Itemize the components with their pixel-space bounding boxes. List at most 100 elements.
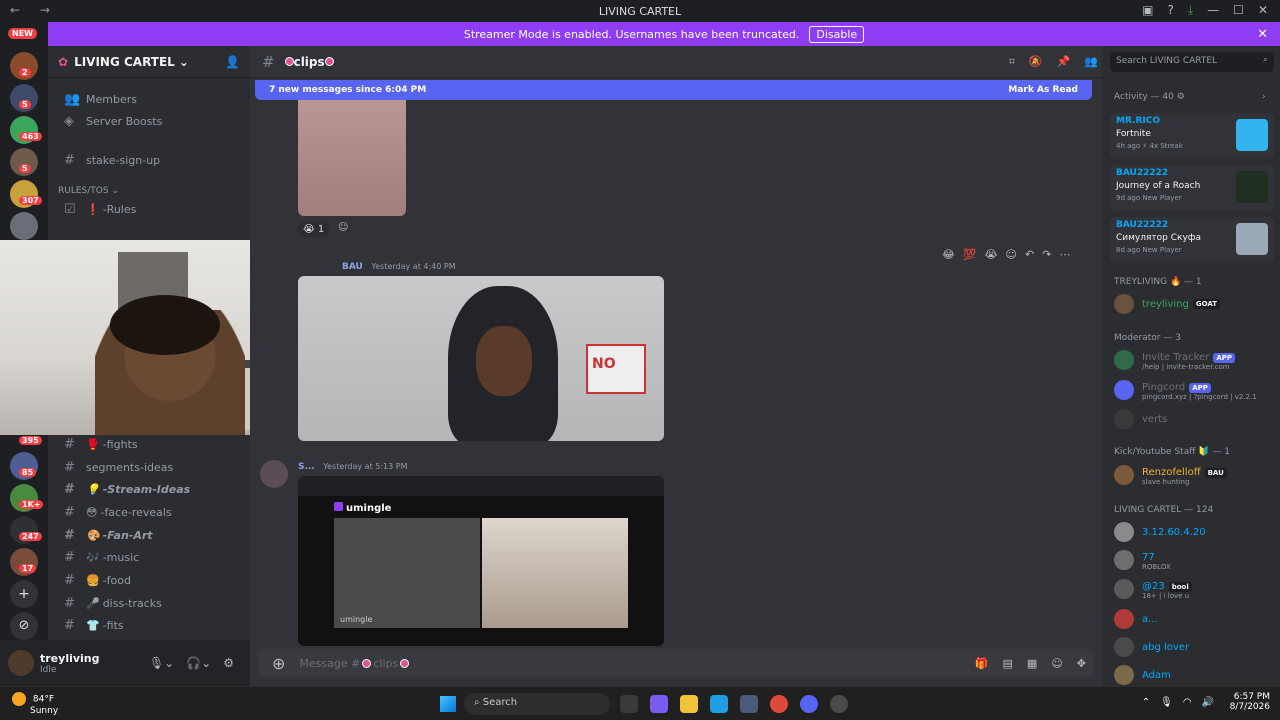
edge-icon[interactable] — [710, 695, 728, 713]
channel-fits[interactable]: # 👕 -fits — [56, 614, 242, 636]
add-reaction-icon[interactable]: ☺ — [1005, 248, 1016, 261]
member-item[interactable]: Renzofelloff BAU slave hunting — [1114, 464, 1274, 486]
channel-fights[interactable]: # 🥊 -fights — [56, 433, 242, 455]
reaction-cry-icon[interactable]: 😭 — [985, 248, 998, 261]
attachment-image[interactable] — [298, 100, 406, 216]
inbox-icon[interactable]: ▣ — [1142, 3, 1153, 18]
store-icon[interactable] — [740, 695, 758, 713]
new-messages-bar[interactable]: 7 new messages since 6:04 PM Mark As Rea… — [255, 80, 1092, 100]
chrome-icon[interactable] — [770, 695, 788, 713]
message-author[interactable]: S... — [298, 462, 315, 472]
threads-icon[interactable]: ⌗ — [1009, 55, 1015, 69]
close-window-button[interactable]: ✕ — [1258, 3, 1268, 18]
member-item[interactable]: abg lover — [1114, 636, 1274, 658]
channel-food[interactable]: # 🍔 -food — [56, 569, 242, 591]
channel-stake-sign-up[interactable]: # stake-sign-up — [56, 149, 242, 171]
pin-icon[interactable]: 📌 — [1057, 55, 1071, 69]
activity-card[interactable]: BAU22222 Симулятор Скуфа 8d ago New Play… — [1110, 217, 1274, 263]
member-list-icon[interactable]: 👥 — [1084, 55, 1098, 69]
taskbar-search[interactable]: ⌕ Search — [464, 693, 610, 715]
activity-card[interactable]: BAU22222 Journey of a Roach 9d ago New P… — [1110, 165, 1274, 211]
copilot-icon[interactable] — [650, 695, 668, 713]
add-reaction-icon[interactable]: ☺ — [338, 222, 348, 233]
help-icon[interactable]: ? — [1167, 3, 1173, 18]
discord-icon[interactable] — [800, 695, 818, 713]
member-item[interactable]: 3.12.60.4.20 — [1114, 521, 1274, 543]
reply-icon[interactable]: ↶ — [1025, 248, 1034, 261]
task-view-icon[interactable] — [620, 695, 638, 713]
maximize-button[interactable]: ☐ — [1233, 3, 1244, 18]
member-name: Renzofelloff — [1142, 467, 1201, 478]
sidebar-item-members[interactable]: 👥 Members — [56, 88, 242, 110]
mark-as-read-button[interactable]: Mark As Read — [1008, 85, 1078, 95]
channel-stream-ideas[interactable]: # 💡 -Stream-Ideas — [56, 478, 242, 500]
obs-icon[interactable] — [830, 695, 848, 713]
member-name: Adam — [1142, 669, 1171, 681]
server-icon[interactable] — [10, 212, 38, 240]
add-server-icon[interactable]: + — [10, 580, 38, 608]
reaction-laugh-icon[interactable]: 😂 — [942, 248, 955, 261]
gear-icon[interactable]: ⚙ — [223, 656, 234, 670]
add-user-icon[interactable]: 👤 — [225, 55, 240, 69]
mic-icon[interactable]: 🎙⌄ — [149, 656, 174, 670]
wifi-icon[interactable]: ◠ — [1183, 697, 1192, 708]
clock[interactable]: 6:57 PM 8/7/2026 — [1230, 692, 1270, 712]
close-banner-icon[interactable]: ✕ — [1257, 27, 1268, 42]
avatar[interactable] — [260, 460, 288, 488]
avatar[interactable] — [8, 650, 34, 676]
channel-rules[interactable]: ☑ ❗ -Rules — [56, 198, 242, 220]
member-item[interactable]: @23 bool 18+ | i love u — [1114, 578, 1274, 600]
disable-button[interactable]: Disable — [809, 25, 865, 43]
member-item[interactable]: verts — [1114, 408, 1274, 430]
weather-condition: Sunny — [30, 706, 59, 716]
gift-icon[interactable]: 🎁 — [975, 657, 989, 670]
member-item[interactable]: Invite Tracker APP/help | invite-tracker.… — [1114, 349, 1274, 371]
category-rules[interactable]: RULES/TOS ⌄ — [58, 186, 119, 196]
message-author[interactable]: BAU — [342, 262, 363, 272]
emoji-icon: 🎨 — [86, 528, 100, 542]
member-item[interactable]: 77 ROBLOX — [1114, 549, 1274, 571]
apps-icon[interactable]: ✥ — [1077, 657, 1086, 670]
member-item[interactable]: a... — [1114, 608, 1274, 630]
channel-face-reveals[interactable]: # 😳 -face-reveals — [56, 501, 242, 523]
headphones-icon[interactable]: 🎧⌄ — [186, 656, 211, 670]
search-input[interactable]: Search LIVING CARTEL ⌕ — [1110, 52, 1274, 72]
chevron-up-icon[interactable]: ⌃ — [1142, 697, 1150, 708]
add-attachment-icon[interactable]: ⊕ — [272, 654, 285, 673]
message-composer[interactable]: ⊕ Message # clips 🎁 ▤ ▦ ☺ ✥ — [258, 649, 1094, 677]
attachment-video[interactable]: NO — [298, 276, 664, 441]
reaction[interactable]: 😭 1 — [298, 222, 330, 237]
discover-icon[interactable]: ⊘ — [10, 612, 38, 640]
member-item[interactable]: Adam — [1114, 664, 1274, 686]
activity-card[interactable]: MR.RICO Fortnite 4h ago ⚡ 4x Streak — [1110, 113, 1274, 159]
channel-fan-art[interactable]: # 🎨 -Fan-Art — [56, 524, 242, 546]
channel-music[interactable]: # 🎶 -music — [56, 546, 242, 568]
mic-icon[interactable]: 🎙 — [1160, 697, 1173, 708]
server-header[interactable]: ✿ LIVING CARTEL ⌄ 👤 — [48, 46, 250, 78]
sidebar-item-server-boosts[interactable]: ◈ Server Boosts — [56, 110, 242, 132]
file-explorer-icon[interactable] — [680, 695, 698, 713]
gif-icon[interactable]: ▤ — [1003, 657, 1013, 670]
start-icon[interactable] — [440, 696, 456, 712]
channel-segments-ideas[interactable]: # segments-ideas — [56, 456, 242, 478]
download-icon[interactable]: ⤓ — [1188, 3, 1193, 18]
mute-icon[interactable]: 🔕 — [1029, 55, 1043, 69]
member-item[interactable]: Pingcord APP pingcord.xyz | ?pingcord | v2… — [1114, 379, 1274, 401]
volume-icon[interactable]: 🔊 — [1202, 697, 1214, 708]
weather-widget[interactable]: 84°F Sunny — [12, 692, 58, 716]
emoji-icon: 👕 — [86, 618, 100, 632]
boost-icon: ◈ — [64, 113, 74, 129]
attachment-screenshot[interactable]: umingle umingle — [298, 476, 664, 646]
activity-header[interactable]: Activity — 40 ⚙ › — [1114, 92, 1266, 102]
sticker-icon[interactable]: ▦ — [1027, 657, 1037, 670]
more-icon[interactable]: ⋯ — [1059, 248, 1070, 261]
nav-arrows-icon[interactable]: ← → — [10, 3, 58, 17]
forward-icon[interactable]: ↷ — [1042, 248, 1051, 261]
member-item[interactable]: treyliving GOAT — [1114, 293, 1274, 315]
system-tray: ⌃ 🎙 ◠ 🔊 — [1142, 697, 1214, 708]
emoji-icon[interactable]: ☺ — [1051, 657, 1062, 670]
channel-diss-tracks[interactable]: # 🎤 diss-tracks — [56, 592, 242, 614]
members-icon: 👥 — [64, 91, 81, 107]
reaction-100-icon[interactable]: 💯 — [963, 248, 977, 261]
minimize-button[interactable]: — — [1207, 3, 1219, 18]
